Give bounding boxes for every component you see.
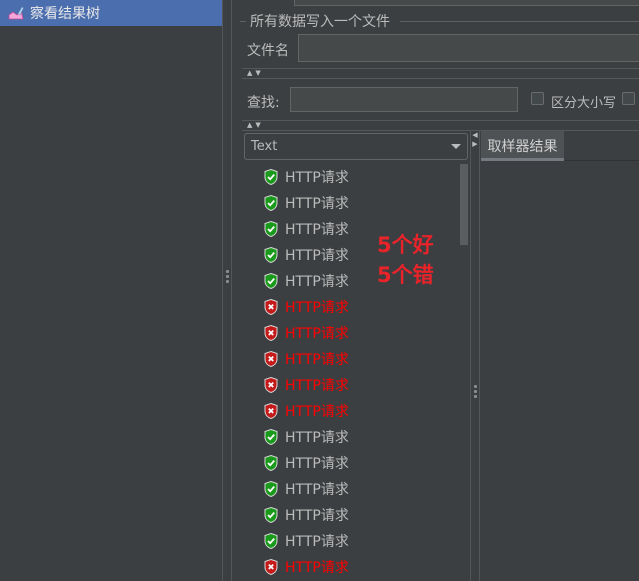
result-row[interactable]: HTTP请求 (244, 346, 349, 372)
collapse-expand-arrows[interactable]: ▲▼ (247, 69, 264, 77)
result-label: HTTP请求 (285, 456, 349, 472)
annotation-overlay: 5个好 5个错 (377, 230, 434, 290)
test-plan-tree (0, 0, 222, 581)
grip-dot (226, 280, 229, 283)
result-row[interactable]: HTTP请求 (244, 372, 349, 398)
tab-sampler-result[interactable]: 取样器结果 (481, 131, 564, 160)
collapse-expand-arrows[interactable]: ▲▼ (247, 121, 264, 129)
annotation-good-count: 5个好 (377, 233, 434, 257)
error-shield-icon (264, 403, 278, 419)
split-pane-arrows[interactable]: ◀ ▶ (471, 131, 479, 151)
success-shield-icon (264, 481, 278, 497)
result-row[interactable]: HTTP请求 (244, 242, 349, 268)
renderer-select[interactable]: Text (244, 133, 468, 160)
success-shield-icon (264, 247, 278, 263)
results-tree-icon (8, 6, 24, 20)
chevron-down-icon (451, 144, 461, 149)
result-row[interactable]: HTTP请求 (244, 398, 349, 424)
filename-input[interactable] (298, 34, 639, 62)
grip-dot (474, 390, 477, 393)
result-label: HTTP请求 (285, 248, 349, 264)
success-shield-icon (264, 221, 278, 237)
result-label: HTTP请求 (285, 534, 349, 550)
success-shield-icon (264, 533, 278, 549)
error-shield-icon (264, 351, 278, 367)
result-row[interactable]: HTTP请求 (244, 554, 349, 580)
divider (470, 130, 471, 581)
regex-checkbox[interactable] (622, 92, 635, 105)
result-label: HTTP请求 (285, 430, 349, 446)
divider (231, 0, 232, 581)
result-label: HTTP请求 (285, 326, 349, 342)
divider (479, 130, 480, 581)
case-sensitive-label: 区分大小写 (551, 96, 617, 111)
result-row[interactable]: HTTP请求 (244, 268, 349, 294)
result-label: HTTP请求 (285, 300, 349, 316)
comment-field[interactable] (294, 0, 639, 6)
result-row[interactable]: HTTP请求 (244, 216, 349, 242)
result-row[interactable]: HTTP请求 (244, 294, 349, 320)
result-label: HTTP请求 (285, 378, 349, 394)
grip-dot (226, 270, 229, 273)
result-label: HTTP请求 (285, 170, 349, 186)
result-label: HTTP请求 (285, 404, 349, 420)
result-label: HTTP请求 (285, 222, 349, 238)
result-row[interactable]: HTTP请求 (244, 502, 349, 528)
error-shield-icon (264, 299, 278, 315)
result-label: HTTP请求 (285, 508, 349, 524)
tree-item-view-results-tree[interactable]: 察看结果树 (0, 0, 222, 26)
case-sensitive-checkbox[interactable] (531, 92, 544, 105)
tab-label: 取样器结果 (487, 138, 558, 155)
success-shield-icon (264, 195, 278, 211)
result-row[interactable]: HTTP请求 (244, 476, 349, 502)
scrollbar-thumb[interactable] (460, 164, 468, 245)
result-row[interactable]: HTTP请求 (244, 320, 349, 346)
grip-dot (226, 275, 229, 278)
separator (242, 120, 639, 121)
error-shield-icon (264, 377, 278, 393)
separator (242, 68, 639, 69)
error-shield-icon (264, 325, 278, 341)
success-shield-icon (264, 455, 278, 471)
renderer-select-value: Text (251, 139, 278, 154)
search-label: 查找: (247, 95, 280, 111)
split-pane-handle[interactable] (471, 385, 479, 405)
filename-label: 文件名 (247, 43, 289, 59)
result-label: HTTP请求 (285, 482, 349, 498)
result-row[interactable]: HTTP请求 (244, 190, 349, 216)
file-group-title: 所有数据写入一个文件 (246, 11, 394, 31)
result-label: HTTP请求 (285, 274, 349, 290)
result-row[interactable]: HTTP请求 (244, 164, 349, 190)
result-row[interactable]: HTTP请求 (244, 424, 349, 450)
separator (242, 130, 639, 131)
annotation-error-count: 5个错 (377, 263, 434, 287)
result-label: HTTP请求 (285, 196, 349, 212)
grip-dot (474, 395, 477, 398)
error-shield-icon (264, 559, 278, 575)
results-list: HTTP请求 HTTP请求 HTTP请求 HTTP请求 HTTP请求 HTTP请求 HTTP… (244, 164, 458, 581)
result-row[interactable]: HTTP请求 (244, 450, 349, 476)
tab-selected-indicator (481, 158, 564, 161)
success-shield-icon (264, 273, 278, 289)
separator (242, 78, 639, 79)
grip-dot (474, 385, 477, 388)
success-shield-icon (264, 429, 278, 445)
success-shield-icon (264, 169, 278, 185)
result-label: HTTP请求 (285, 352, 349, 368)
search-input[interactable] (290, 87, 518, 112)
tree-item-label: 察看结果树 (30, 6, 100, 22)
result-row[interactable]: HTTP请求 (244, 528, 349, 554)
group-border (400, 21, 639, 22)
tab-strip-border (564, 160, 639, 161)
result-label: HTTP请求 (285, 560, 349, 576)
success-shield-icon (264, 507, 278, 523)
